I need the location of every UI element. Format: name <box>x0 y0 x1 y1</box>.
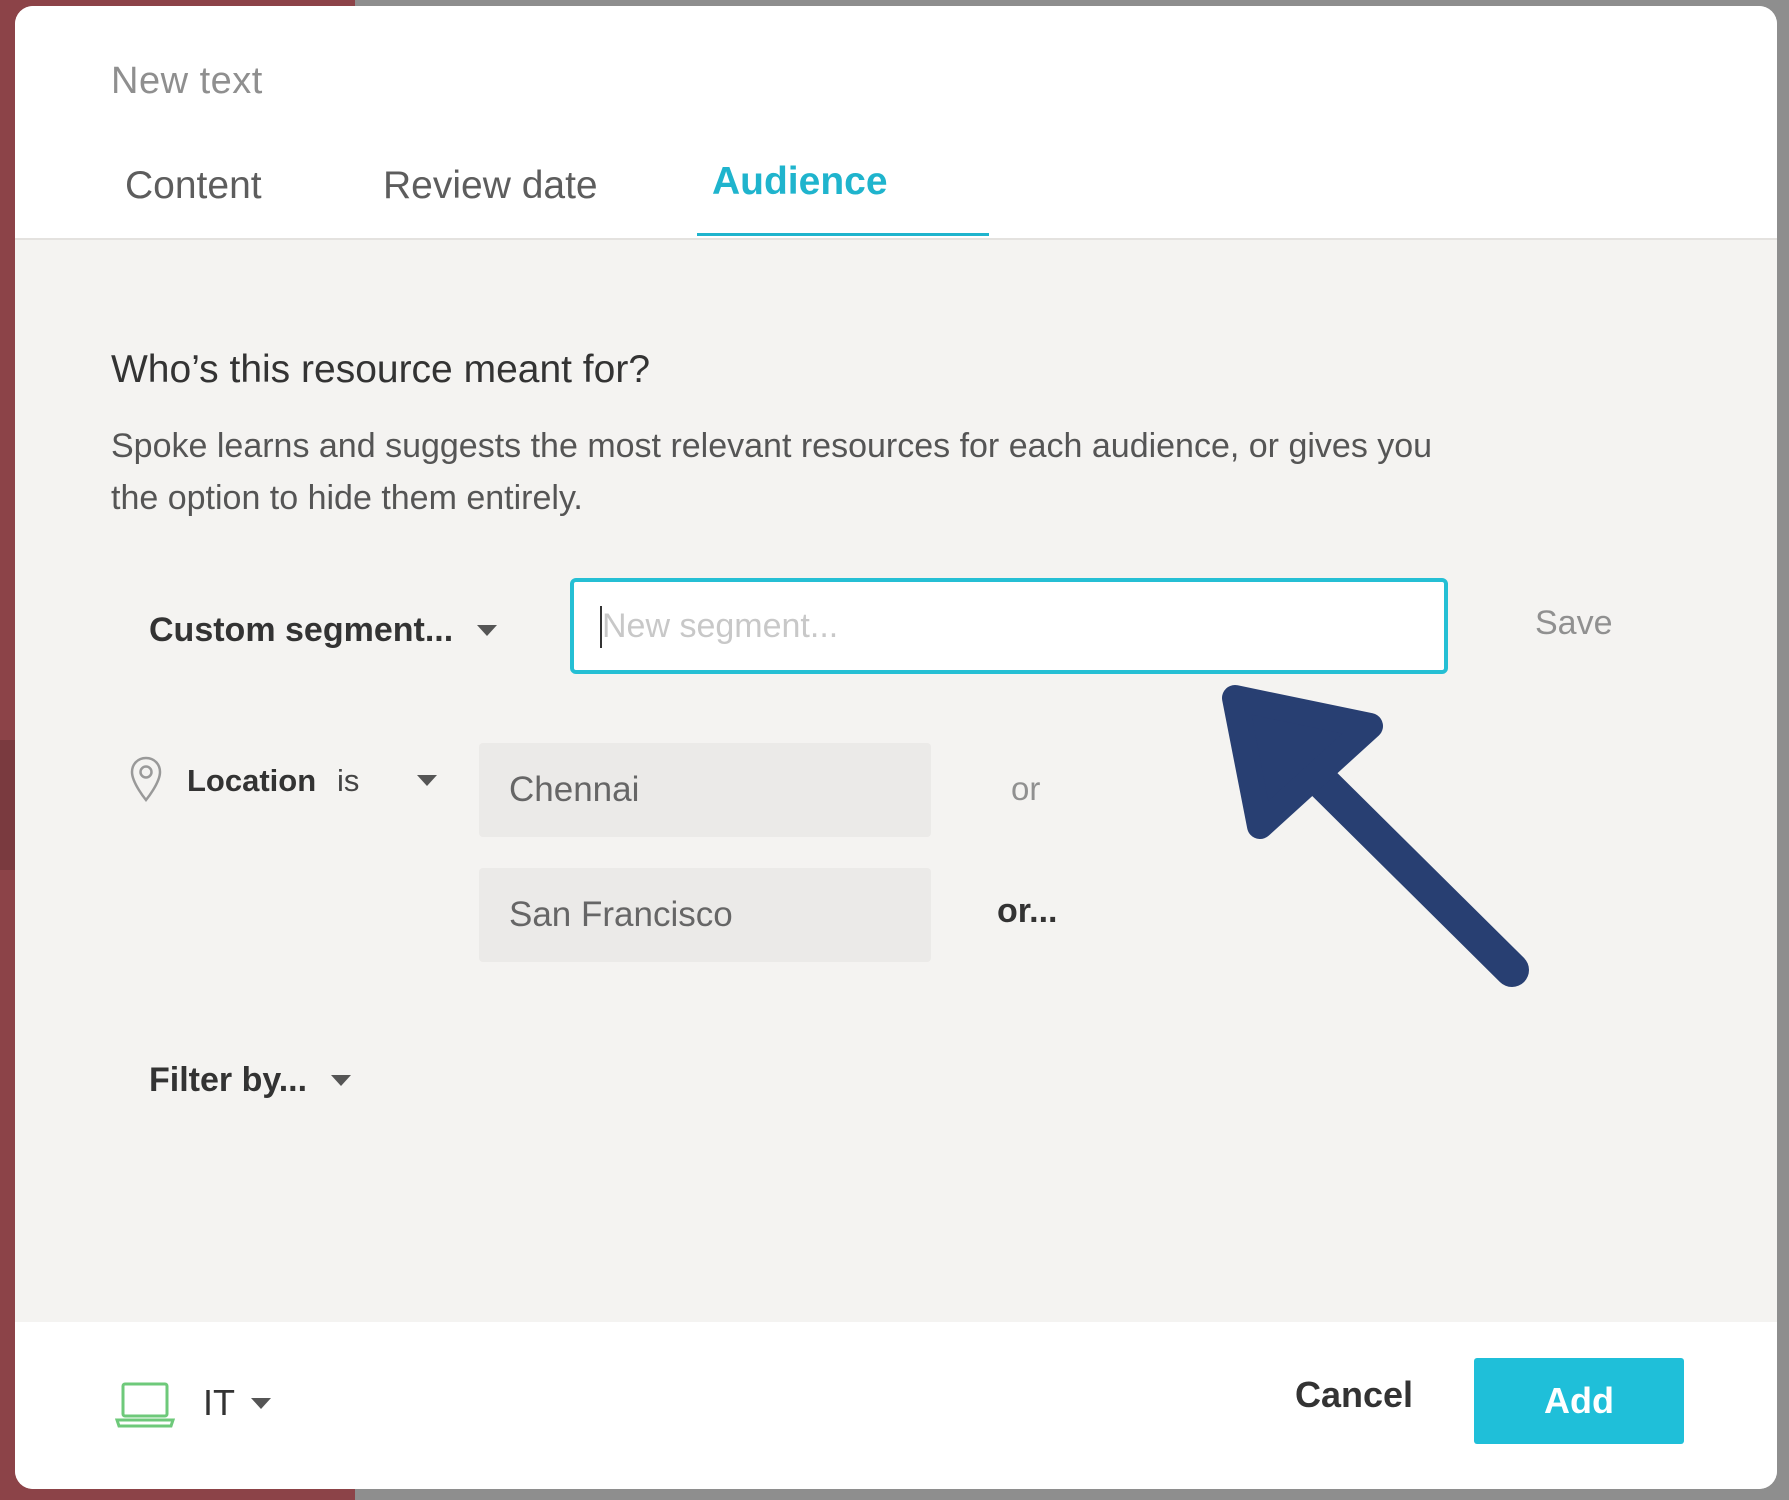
modal-header: New text Content Review date Audience <box>15 6 1777 240</box>
department-label: IT <box>203 1382 235 1423</box>
operator-label: is <box>337 763 360 798</box>
text-cursor <box>600 606 602 648</box>
tab-content[interactable]: Content <box>125 164 262 208</box>
tab-audience[interactable]: Audience <box>712 160 888 204</box>
segment-name-input[interactable] <box>574 582 1444 670</box>
cancel-button[interactable]: Cancel <box>1295 1374 1413 1416</box>
segment-dropdown-label: Custom segment... <box>149 610 454 649</box>
filter-by-label: Filter by... <box>149 1060 308 1099</box>
audience-heading: Who’s this resource meant for? <box>111 348 651 391</box>
audience-panel: Who’s this resource meant for? Spoke lea… <box>15 240 1777 1322</box>
location-value-field[interactable]: Chennai <box>479 743 931 837</box>
tab-bar: Content Review date Audience <box>15 156 1777 238</box>
modal-title: New text <box>111 60 263 102</box>
or-separator: or <box>1011 770 1041 807</box>
chevron-down-icon <box>477 624 498 636</box>
laptop-icon <box>115 1382 175 1428</box>
save-segment-button[interactable]: Save <box>1535 604 1613 643</box>
new-resource-modal: New text Content Review date Audience Wh… <box>15 6 1777 1489</box>
add-button[interactable]: Add <box>1474 1358 1684 1444</box>
location-value-field[interactable]: San Francisco <box>479 868 931 962</box>
department-dropdown[interactable]: IT <box>203 1376 271 1430</box>
location-label: Location <box>187 763 317 798</box>
add-or-condition-button[interactable]: or... <box>997 892 1057 931</box>
chevron-down-icon <box>251 1397 271 1409</box>
map-pin-icon <box>130 756 162 802</box>
modal-footer: IT Cancel Add <box>15 1322 1777 1489</box>
filter-by-dropdown[interactable]: Filter by... <box>149 1050 352 1110</box>
chevron-down-icon <box>331 1074 352 1086</box>
audience-description: Spoke learns and suggests the most relev… <box>111 427 1433 517</box>
active-tab-indicator <box>697 233 989 236</box>
operator-chevron-down-icon[interactable] <box>417 775 437 786</box>
tab-review-date[interactable]: Review date <box>383 164 598 208</box>
segment-input-container <box>570 578 1448 674</box>
segment-dropdown[interactable]: Custom segment... <box>149 600 498 660</box>
